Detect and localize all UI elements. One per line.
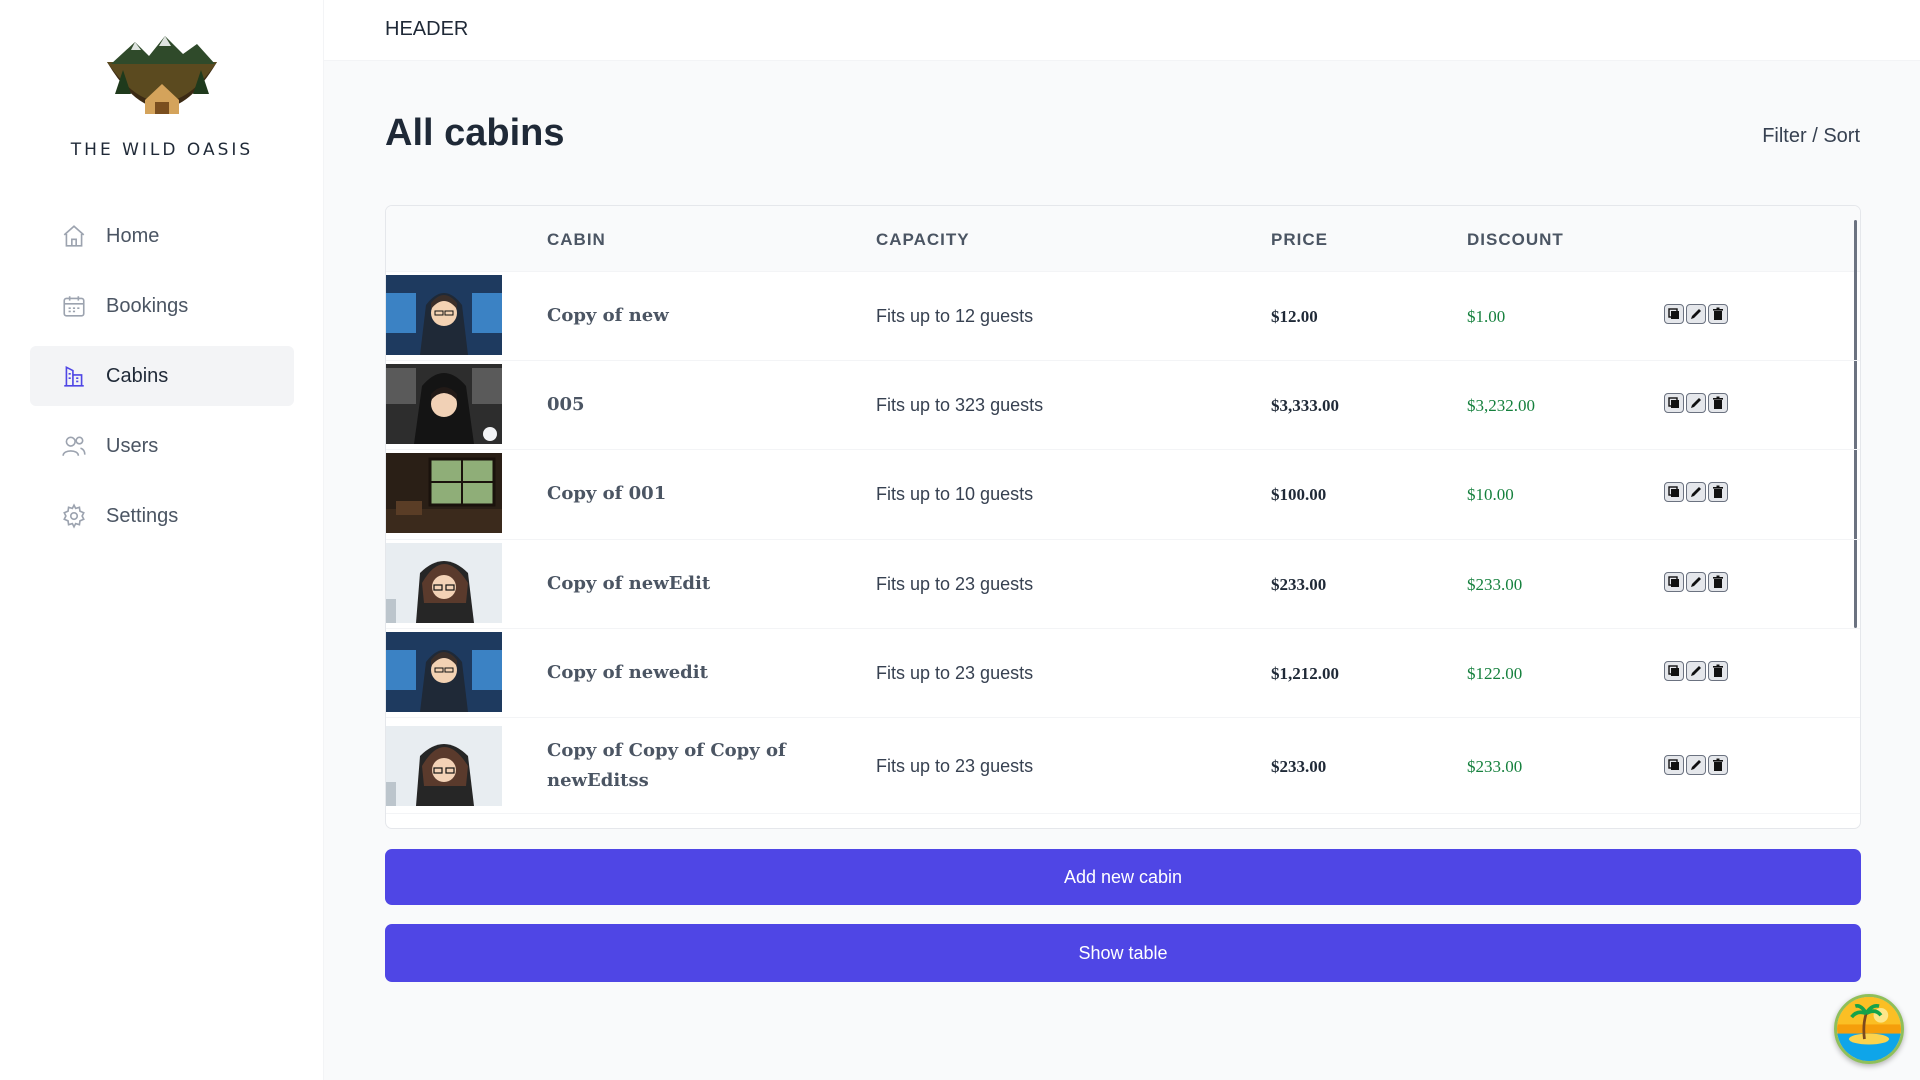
cabin-discount: $1.00 — [1467, 307, 1506, 326]
main-nav: Home Bookings Cabins Users Settings — [30, 206, 294, 556]
table-row: Copy of new Fits up to 12 guests $12.00 … — [386, 272, 1860, 361]
row-actions — [1664, 572, 1728, 592]
app-header: HEADER — [324, 0, 1920, 61]
gear-icon — [60, 502, 88, 530]
table-row: Copy of Copy of Copy of newEditss Fits u… — [386, 718, 1860, 814]
column-header-cabin: CABIN — [547, 230, 606, 249]
sidebar-item-users[interactable]: Users — [30, 416, 294, 476]
row-actions — [1664, 482, 1728, 502]
duplicate-icon[interactable] — [1664, 482, 1684, 502]
cabin-thumbnail — [386, 453, 502, 533]
duplicate-icon[interactable] — [1664, 572, 1684, 592]
logo-image — [107, 36, 217, 114]
cabins-table: CABIN CAPACITY PRICE DISCOUNT Copy of ne… — [385, 205, 1861, 829]
cabin-discount: $233.00 — [1467, 757, 1523, 776]
delete-icon[interactable] — [1708, 482, 1728, 502]
cabin-thumbnail — [386, 543, 502, 623]
add-new-cabin-button[interactable]: Add new cabin — [385, 849, 1861, 905]
building-icon — [60, 362, 88, 390]
table-row: Copy of 001 Fits up to 10 guests $100.00… — [386, 450, 1860, 540]
cabin-thumbnail — [386, 364, 502, 444]
sidebar: THE WILD OASIS Home Bookings Cabins User… — [0, 0, 324, 1080]
table-row — [386, 814, 1860, 828]
delete-icon[interactable] — [1708, 661, 1728, 681]
cabin-thumbnail — [386, 822, 502, 828]
table-row: Copy of newedit Fits up to 23 guests $1,… — [386, 629, 1860, 718]
sidebar-item-settings[interactable]: Settings — [30, 486, 294, 546]
duplicate-icon[interactable] — [1664, 661, 1684, 681]
cabin-price: $100.00 — [1271, 485, 1327, 504]
column-header-capacity: CAPACITY — [876, 230, 970, 249]
duplicate-icon[interactable] — [1664, 393, 1684, 413]
cabin-thumbnail — [386, 632, 502, 712]
cabin-discount: $233.00 — [1467, 575, 1523, 594]
row-actions — [1664, 661, 1728, 681]
edit-icon[interactable] — [1686, 755, 1706, 775]
cabin-capacity: Fits up to 23 guests — [876, 663, 1034, 683]
show-table-button[interactable]: Show table — [385, 924, 1861, 982]
delete-icon[interactable] — [1708, 304, 1728, 324]
edit-icon[interactable] — [1686, 304, 1706, 324]
cabin-discount: $3,232.00 — [1467, 396, 1535, 415]
header-title: HEADER — [385, 18, 469, 40]
home-icon — [60, 222, 88, 250]
delete-icon[interactable] — [1708, 393, 1728, 413]
row-actions — [1664, 304, 1728, 324]
cabin-price: $233.00 — [1271, 757, 1327, 776]
edit-icon[interactable] — [1686, 661, 1706, 681]
table-row: Copy of newEdit Fits up to 23 guests $23… — [386, 540, 1860, 629]
filter-sort-control[interactable]: Filter / Sort — [1762, 125, 1860, 148]
floating-assistant-avatar[interactable] — [1834, 994, 1904, 1064]
delete-icon[interactable] — [1708, 572, 1728, 592]
sidebar-item-label: Settings — [106, 504, 179, 527]
cabin-name: 005 — [547, 394, 585, 415]
cabin-price: $233.00 — [1271, 575, 1327, 594]
row-actions — [1664, 393, 1728, 413]
cabin-capacity: Fits up to 23 guests — [876, 574, 1034, 594]
cabin-thumbnail — [386, 726, 502, 806]
table-header: CABIN CAPACITY PRICE DISCOUNT — [386, 206, 1860, 272]
page-title: All cabins — [385, 112, 565, 154]
edit-icon[interactable] — [1686, 482, 1706, 502]
sidebar-item-cabins[interactable]: Cabins — [30, 346, 294, 406]
cabin-price: $12.00 — [1271, 307, 1318, 326]
logo-text: THE WILD OASIS — [70, 140, 254, 160]
cabin-thumbnail — [386, 275, 502, 355]
sidebar-item-label: Home — [106, 224, 160, 247]
cabin-price: $3,333.00 — [1271, 396, 1339, 415]
logo: THE WILD OASIS — [0, 34, 324, 160]
column-header-discount: DISCOUNT — [1467, 230, 1564, 249]
cabin-price: $1,212.00 — [1271, 664, 1339, 683]
sidebar-item-label: Bookings — [106, 294, 189, 317]
cabin-discount: $122.00 — [1467, 664, 1523, 683]
sidebar-item-bookings[interactable]: Bookings — [30, 276, 294, 336]
cabin-capacity: Fits up to 23 guests — [876, 756, 1034, 776]
sidebar-item-label: Users — [106, 434, 159, 457]
delete-icon[interactable] — [1708, 755, 1728, 775]
table-row: 005 Fits up to 323 guests $3,333.00 $3,2… — [386, 361, 1860, 450]
edit-icon[interactable] — [1686, 572, 1706, 592]
cabin-name: Copy of 001 — [547, 483, 667, 504]
table-body: Copy of new Fits up to 12 guests $12.00 … — [386, 272, 1860, 828]
sidebar-item-label: Cabins — [106, 364, 169, 387]
row-actions — [1664, 755, 1728, 775]
cabin-capacity: Fits up to 10 guests — [876, 484, 1034, 504]
cabin-name: Copy of Copy of Copy of newEditss — [547, 740, 786, 791]
cabin-name: Copy of new — [547, 305, 669, 326]
edit-icon[interactable] — [1686, 393, 1706, 413]
duplicate-icon[interactable] — [1664, 755, 1684, 775]
cabin-name: Copy of newEdit — [547, 573, 711, 594]
duplicate-icon[interactable] — [1664, 304, 1684, 324]
island-icon — [1837, 997, 1901, 1061]
cabin-capacity: Fits up to 323 guests — [876, 395, 1044, 415]
cabin-name: Copy of newedit — [547, 662, 708, 683]
sidebar-item-home[interactable]: Home — [30, 206, 294, 266]
users-icon — [60, 432, 88, 460]
calendar-icon — [60, 292, 88, 320]
cabin-discount: $10.00 — [1467, 485, 1514, 504]
column-header-price: PRICE — [1271, 230, 1328, 249]
cabin-capacity: Fits up to 12 guests — [876, 306, 1034, 326]
